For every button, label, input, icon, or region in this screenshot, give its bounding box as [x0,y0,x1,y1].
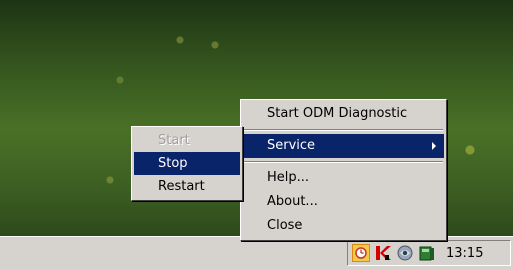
submenu-arrow-icon [432,142,436,150]
menu-item-about[interactable]: About... [243,190,444,214]
menu-item-service-label: Service [267,138,316,153]
menu-item-service[interactable]: Service [243,134,444,158]
service-submenu: Start Stop Restart [131,126,243,201]
menu-item-start-odm-diagnostic[interactable]: Start ODM Diagnostic [243,102,444,126]
clock-alarm-icon[interactable] [352,244,370,262]
submenu-item-restart[interactable]: Restart [134,175,240,198]
menu-item-help[interactable]: Help... [243,166,444,190]
odm-book-icon[interactable] [418,244,436,262]
kaspersky-k-icon[interactable] [374,244,392,262]
submenu-item-start: Start [158,133,190,148]
menu-separator [244,129,443,131]
network-globe-icon[interactable] [396,244,414,262]
submenu-item-stop[interactable]: Stop [134,152,240,175]
system-tray: 13:15 [347,240,511,266]
tray-clock[interactable]: 13:15 [446,246,483,261]
menu-separator [244,161,443,163]
tray-context-menu: Start ODM Diagnostic Service Help... Abo… [240,99,447,241]
menu-item-close[interactable]: Close [243,214,444,238]
